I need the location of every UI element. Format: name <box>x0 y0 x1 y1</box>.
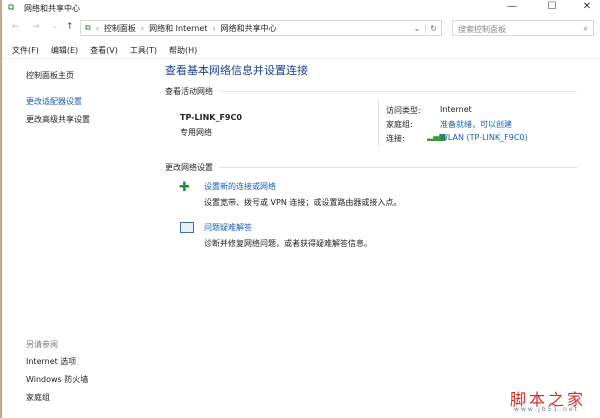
troubleshoot-link[interactable]: 问题疑难解答 <box>204 222 252 233</box>
maximize-button[interactable]: ☐ <box>542 1 562 12</box>
network-name: TP-LINK_F9C0 <box>180 113 242 122</box>
window-title: 网络和共享中心 <box>24 4 80 13</box>
section-label: 更改网络设置 <box>165 163 213 172</box>
control-panel-icon: ⧉ <box>85 23 91 32</box>
menu-edit[interactable]: 编辑(E) <box>51 45 78 56</box>
breadcrumb-item[interactable]: 网络和共享中心 <box>221 23 277 34</box>
back-button[interactable]: ← <box>12 22 20 32</box>
troubleshoot-desc: 诊断并修复网络问题，或者获得疑难解答信息。 <box>204 239 372 248</box>
network-center-icon: ⧉ <box>8 3 15 13</box>
address-bar[interactable]: ⧉ › 控制面板 › 网络和 Internet › 网络和共享中心 ⌄ ↻ <box>80 20 442 36</box>
see-also-label: 另请参阅 <box>26 340 58 349</box>
active-network-section: 查看活动网络 <box>165 86 577 97</box>
sidebar-item-firewall[interactable]: Windows 防火墙 <box>26 374 88 385</box>
troubleshoot-icon <box>180 222 194 233</box>
refresh-icon[interactable]: ↻ <box>425 23 441 33</box>
breadcrumb-item[interactable]: 网络和 Internet <box>149 23 207 34</box>
connection-label: 连接: <box>386 134 405 143</box>
recent-dropdown[interactable]: ⌄ <box>52 22 58 30</box>
search-placeholder: 搜索控制面板 <box>458 25 506 34</box>
new-connection-icon: ✚ <box>179 180 190 195</box>
chevron-down-icon[interactable]: ⌄ <box>414 24 421 33</box>
forward-button[interactable]: → <box>32 22 40 32</box>
change-settings-section: 更改网络设置 <box>165 162 577 173</box>
network-type[interactable]: 专用网络 <box>180 127 212 138</box>
homegroup-link[interactable]: 准备就绪，可以创建 <box>440 119 512 130</box>
breadcrumb-item[interactable]: 控制面板 <box>104 23 136 34</box>
sidebar-item-change-adapter[interactable]: 更改适配器设置 <box>26 96 82 107</box>
menu-view[interactable]: 查看(V) <box>90 45 118 56</box>
search-input[interactable]: 搜索控制面板 ⌕ <box>452 20 594 36</box>
access-type-label: 访问类型: <box>386 106 421 115</box>
menu-bar: 文件(F) 编辑(E) 查看(V) 工具(T) 帮助(H) <box>12 45 197 56</box>
new-connection-desc: 设置宽带、拨号或 VPN 连接；或设置路由器或接入点。 <box>204 198 402 207</box>
sidebar-item-internet-options[interactable]: Internet 选项 <box>26 356 76 367</box>
watermark-url: www.jb51.net <box>514 406 579 413</box>
access-type-value: Internet <box>440 105 472 114</box>
connection-link[interactable]: WLAN (TP-LINK_F9C0) <box>440 133 528 142</box>
menu-help[interactable]: 帮助(H) <box>169 45 197 56</box>
new-connection-link[interactable]: 设置新的连接或网络 <box>204 181 276 192</box>
sidebar-item-homegroup[interactable]: 家庭组 <box>26 392 50 403</box>
menu-tools[interactable]: 工具(T) <box>130 45 157 56</box>
up-button[interactable]: ↑ <box>66 22 74 32</box>
close-button[interactable]: ✕ <box>577 1 597 12</box>
page-title: 查看基本网络信息并设置连接 <box>165 64 308 77</box>
sidebar-item-advanced-sharing[interactable]: 更改高级共享设置 <box>26 114 90 125</box>
sidebar-item-control-panel-home[interactable]: 控制面板主页 <box>26 70 74 81</box>
homegroup-label: 家庭组: <box>386 120 413 129</box>
search-icon[interactable]: ⌕ <box>584 24 588 34</box>
menu-file[interactable]: 文件(F) <box>12 45 39 56</box>
title-bar: ⧉ 网络和共享中心 — ☐ ✕ <box>2 0 600 18</box>
minimize-button[interactable]: — <box>502 1 522 12</box>
section-label: 查看活动网络 <box>165 87 213 96</box>
